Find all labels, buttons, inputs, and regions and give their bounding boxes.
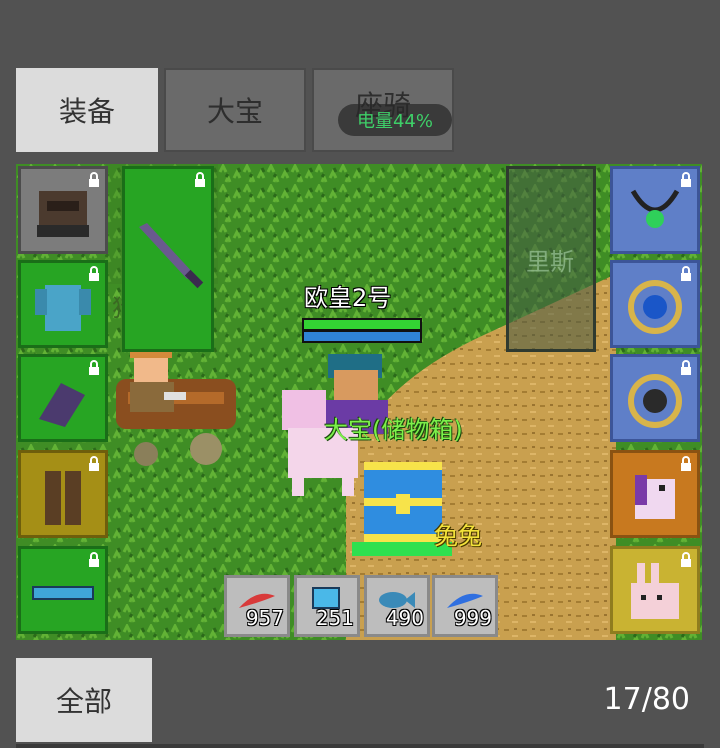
- battery-indicator: 电量44%: [338, 104, 452, 136]
- slot-belt[interactable]: [18, 546, 108, 634]
- lock-icon: [89, 552, 99, 567]
- inventory-count: 490: [385, 606, 424, 630]
- inventory-capacity-counter: 17/80: [560, 682, 690, 717]
- lock-icon: [195, 172, 205, 187]
- inventory-slot-3[interactable]: 490: [364, 575, 430, 637]
- ring-dark-icon: [628, 374, 682, 429]
- slot-gloves[interactable]: [18, 354, 108, 442]
- player-mp-bar: [302, 330, 422, 343]
- tab-equipment[interactable]: 装备: [16, 68, 158, 152]
- battery-label: 电量44%: [356, 111, 433, 132]
- gloves-icon: [39, 383, 85, 428]
- tab-dabao[interactable]: 大宝: [164, 68, 306, 152]
- ring-blue-icon: [628, 280, 682, 335]
- tab-dabao-label: 大宝: [206, 95, 263, 128]
- ghost-text-label: 里斯: [526, 248, 574, 276]
- inventory-slot-1[interactable]: 957: [224, 575, 290, 637]
- slot-necklace[interactable]: [610, 166, 700, 254]
- slot-pants[interactable]: [18, 450, 108, 538]
- necklace-icon: [630, 189, 680, 229]
- unicorn-mount-icon: [635, 475, 675, 520]
- player-name-text: 欧皇2号: [304, 284, 392, 312]
- slot-helmet[interactable]: [18, 166, 108, 254]
- bottom-divider: [16, 744, 704, 748]
- hunter-npc-sprite: [130, 348, 186, 412]
- armor-icon: [35, 285, 91, 332]
- pet-label-text: 大宝(储物箱): [324, 416, 463, 444]
- inventory-count: 251: [315, 606, 354, 630]
- inventory-slot-4[interactable]: 999: [432, 575, 498, 637]
- slot-armor[interactable]: [18, 260, 108, 348]
- slot-ring-1[interactable]: [610, 260, 700, 348]
- game-scene: 里斯 猎人 欧皇2号 大宝(储物箱) 兔兔: [16, 164, 702, 640]
- inventory-slot-2[interactable]: 251: [294, 575, 360, 637]
- inventory-count: 957: [245, 606, 284, 630]
- slot-pet[interactable]: [610, 546, 700, 634]
- slot-weapon[interactable]: [122, 166, 214, 352]
- belt-icon: [32, 586, 94, 601]
- pet-label: 大宝(储物箱): [324, 410, 463, 445]
- rabbit-pet-icon: [631, 563, 679, 620]
- all-filter-button[interactable]: 全部: [16, 658, 152, 742]
- all-filter-label: 全部: [55, 685, 112, 718]
- ghost-text: 里斯: [526, 242, 574, 277]
- pants-icon: [45, 471, 81, 526]
- slot-mount[interactable]: [610, 450, 700, 538]
- slot-ring-2[interactable]: [610, 354, 700, 442]
- helmet-icon: [37, 191, 89, 238]
- inventory-count: 999: [453, 606, 492, 630]
- player-name: 欧皇2号: [304, 278, 391, 313]
- capacity-text: 17/80: [603, 682, 690, 717]
- mount-label: 兔兔: [434, 516, 482, 551]
- sword-icon: [139, 223, 204, 289]
- tab-equipment-label: 装备: [58, 95, 115, 128]
- mount-label-text: 兔兔: [434, 522, 482, 550]
